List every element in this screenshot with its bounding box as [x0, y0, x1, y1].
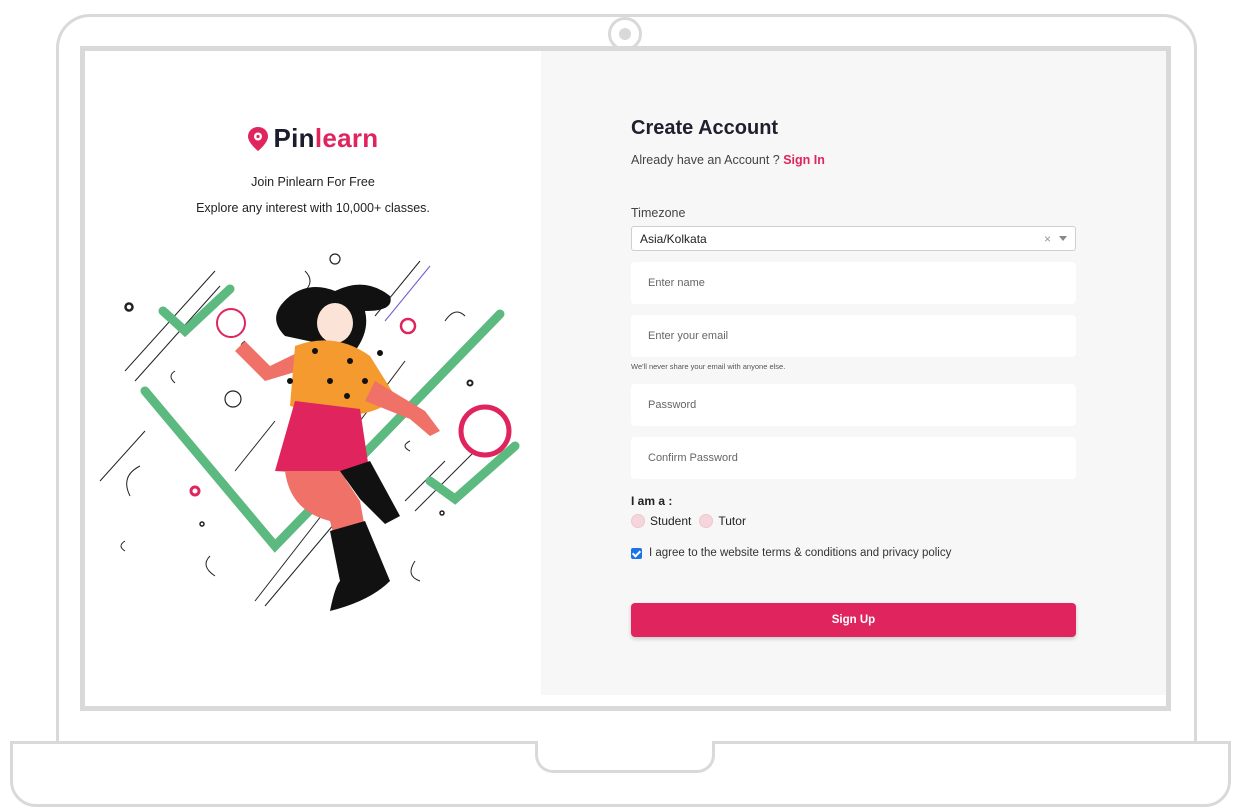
role-label: I am a :	[631, 494, 673, 508]
student-radio[interactable]	[631, 514, 645, 528]
email-help-text: We'll never share your email with anyone…	[631, 362, 786, 371]
student-label: Student	[650, 514, 692, 528]
signin-prompt: Already have an Account ? Sign In	[631, 153, 825, 167]
hero-tagline-1: Join Pinlearn For Free	[251, 175, 375, 189]
brand-name-part2: learn	[314, 123, 379, 153]
laptop-base-notch	[535, 741, 715, 773]
timezone-value: Asia/Kolkata	[640, 231, 707, 246]
brand-name-part1: Pin	[273, 123, 315, 153]
tutor-radio[interactable]	[699, 514, 714, 528]
terms-checkbox[interactable]	[631, 547, 642, 559]
terms-label: I agree to the website terms & condition…	[649, 547, 952, 559]
brand-name: Pinlearn	[273, 123, 378, 154]
signin-prompt-text: Already have an Account ?	[631, 153, 780, 167]
email-input[interactable]	[631, 315, 1076, 357]
clear-icon[interactable]: ×	[1044, 232, 1051, 246]
confirm-password-input[interactable]	[631, 437, 1076, 479]
password-input[interactable]	[631, 384, 1076, 426]
signin-link[interactable]: Sign In	[783, 153, 825, 167]
name-input[interactable]	[631, 262, 1076, 304]
brand-logo: Pinlearn	[85, 123, 541, 154]
terms-row: I agree to the website terms & condition…	[631, 547, 951, 559]
hero-tagline-2: Explore any interest with 10,000+ classe…	[196, 201, 430, 215]
hero-panel: Pinlearn Join Pinlearn For Free Explore …	[85, 51, 541, 695]
hero-illustration	[99, 253, 520, 611]
timezone-select[interactable]: Asia/Kolkata ×	[631, 226, 1076, 251]
signup-button[interactable]: Sign Up	[631, 603, 1076, 637]
role-options: Student Tutor	[631, 514, 746, 528]
timezone-label: Timezone	[631, 206, 686, 220]
chevron-down-icon[interactable]	[1059, 236, 1067, 241]
screen: Pinlearn Join Pinlearn For Free Explore …	[85, 51, 1166, 695]
tutor-label: Tutor	[718, 514, 746, 528]
page-title: Create Account	[631, 117, 779, 139]
map-pin-icon	[248, 126, 269, 151]
signup-panel: Create Account Already have an Account ?…	[541, 51, 1166, 695]
